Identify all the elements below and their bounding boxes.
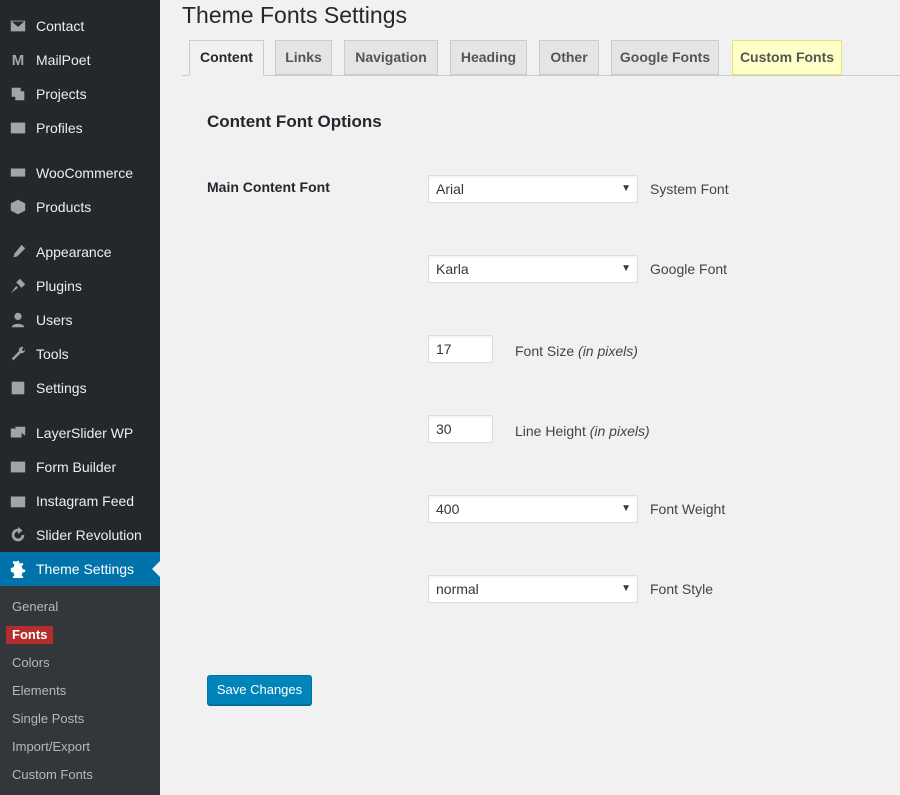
appearance-icon <box>0 243 36 261</box>
field-label: Main Content Font <box>207 179 330 195</box>
sidebar-item-label: Tools <box>36 346 69 362</box>
sidebar-item-label: Plugins <box>36 278 82 294</box>
dropdown-arrow-icon: ▼ <box>621 583 631 594</box>
select-value: normal <box>436 581 479 597</box>
products-icon <box>0 198 36 216</box>
sidebar-item-label: Projects <box>36 86 87 102</box>
select-value: Arial <box>436 181 465 197</box>
dropdown-arrow-icon: ▼ <box>621 183 631 194</box>
sidebar-item-label: Theme Settings <box>36 561 135 577</box>
font-style-desc: Font Style <box>650 581 714 597</box>
mailpoet-icon: M <box>11 51 25 69</box>
form-builder-icon <box>0 458 36 476</box>
sidebar-item-projects[interactable]: Projects <box>0 77 160 111</box>
tab-bar: Content Links Navigation Heading Other G… <box>182 40 900 76</box>
save-changes-button[interactable]: Save Changes <box>207 675 312 705</box>
users-icon <box>0 311 36 329</box>
sidebar-item-label: Slider Revolution <box>36 527 142 543</box>
line-height-label: Line Height <box>515 423 586 439</box>
tab-other[interactable]: Other <box>539 40 599 75</box>
sidebar-item-label: Instagram Feed <box>36 493 135 509</box>
profiles-icon <box>0 119 36 137</box>
tab-heading[interactable]: Heading <box>450 40 527 75</box>
sidebar-item-tools[interactable]: Tools <box>0 337 160 371</box>
instagram-icon <box>0 492 36 510</box>
google-font-select[interactable]: Karla ▼ <box>428 255 638 283</box>
sidebar-item-label: Products <box>36 199 92 215</box>
tab-links[interactable]: Links <box>275 40 332 75</box>
sidebar-item-form-builder[interactable]: Form Builder <box>0 450 160 484</box>
sidebar-item-settings[interactable]: Settings <box>0 371 160 405</box>
sidebar-item-layerslider[interactable]: LayerSlider WP <box>0 416 160 450</box>
line-height-desc: Line Height (in pixels) <box>515 423 650 439</box>
plugins-icon <box>0 277 36 295</box>
sidebar-item-label: WooCommerce <box>36 165 133 181</box>
sidebar-item-contact[interactable]: Contact <box>0 9 160 43</box>
sidebar-item-mailpoet[interactable]: M MailPoet <box>0 43 160 77</box>
font-size-input[interactable]: 17 <box>428 335 493 363</box>
font-weight-select[interactable]: 400 ▼ <box>428 495 638 523</box>
slider-revolution-icon <box>0 526 36 544</box>
sidebar-item-profiles[interactable]: Profiles <box>0 111 160 145</box>
admin-sidebar: Contact M MailPoet Projects Profiles Woo… <box>0 0 160 795</box>
font-size-hint: (in pixels) <box>578 343 638 359</box>
sidebar-item-theme-settings[interactable]: Theme Settings <box>0 552 160 586</box>
woocommerce-icon <box>0 164 36 182</box>
mail-icon <box>0 17 36 35</box>
sidebar-item-label: MailPoet <box>36 52 91 68</box>
submenu-elements[interactable]: Elements <box>12 681 66 701</box>
dropdown-arrow-icon: ▼ <box>621 263 631 274</box>
projects-icon <box>0 85 36 103</box>
sidebar-item-slider-revolution[interactable]: Slider Revolution <box>0 518 160 552</box>
tab-google-fonts[interactable]: Google Fonts <box>611 40 719 75</box>
sidebar-item-label: Settings <box>36 380 87 396</box>
dropdown-arrow-icon: ▼ <box>621 503 631 514</box>
gear-icon <box>0 560 36 578</box>
line-height-hint: (in pixels) <box>589 423 650 439</box>
sidebar-item-plugins[interactable]: Plugins <box>0 269 160 303</box>
system-font-desc: System Font <box>650 181 729 197</box>
tab-custom-fonts[interactable]: Custom Fonts <box>732 40 842 75</box>
settings-icon <box>0 379 36 397</box>
page-title: Theme Fonts Settings <box>182 2 407 28</box>
font-weight-desc: Font Weight <box>650 501 726 517</box>
sidebar-item-label: Appearance <box>36 244 112 260</box>
font-style-select[interactable]: normal ▼ <box>428 575 638 603</box>
sidebar-item-label: Users <box>36 312 73 328</box>
line-height-input[interactable]: 30 <box>428 415 493 443</box>
sidebar-item-woocommerce[interactable]: WooCommerce <box>0 156 160 190</box>
sidebar-item-products[interactable]: Products <box>0 190 160 224</box>
sidebar-item-appearance[interactable]: Appearance <box>0 235 160 269</box>
font-size-desc: Font Size (in pixels) <box>515 343 638 359</box>
select-value: 400 <box>436 501 460 517</box>
submenu-fonts[interactable]: Fonts <box>6 626 54 644</box>
submenu-colors[interactable]: Colors <box>12 653 50 673</box>
layerslider-icon <box>0 424 36 442</box>
google-font-desc: Google Font <box>650 261 728 277</box>
sidebar-item-label: LayerSlider WP <box>36 425 134 441</box>
sidebar-item-label: Profiles <box>36 120 83 136</box>
sidebar-item-label: Form Builder <box>36 459 117 475</box>
theme-settings-submenu: General Fonts Colors Elements Single Pos… <box>0 586 160 795</box>
system-font-select[interactable]: Arial ▼ <box>428 175 638 203</box>
select-value: Karla <box>436 261 469 277</box>
submenu-general[interactable]: General <box>12 597 58 617</box>
submenu-import-export[interactable]: Import/Export <box>12 737 90 757</box>
font-size-label: Font Size <box>515 343 575 359</box>
sidebar-item-users[interactable]: Users <box>0 303 160 337</box>
submenu-single-posts[interactable]: Single Posts <box>12 709 84 729</box>
sidebar-item-label: Contact <box>36 18 85 34</box>
tab-content[interactable]: Content <box>189 40 264 76</box>
section-title: Content Font Options <box>207 112 382 131</box>
tab-navigation[interactable]: Navigation <box>344 40 438 75</box>
submenu-custom-fonts[interactable]: Custom Fonts <box>12 765 93 785</box>
tools-icon <box>0 345 36 363</box>
sidebar-item-instagram-feed[interactable]: Instagram Feed <box>0 484 160 518</box>
